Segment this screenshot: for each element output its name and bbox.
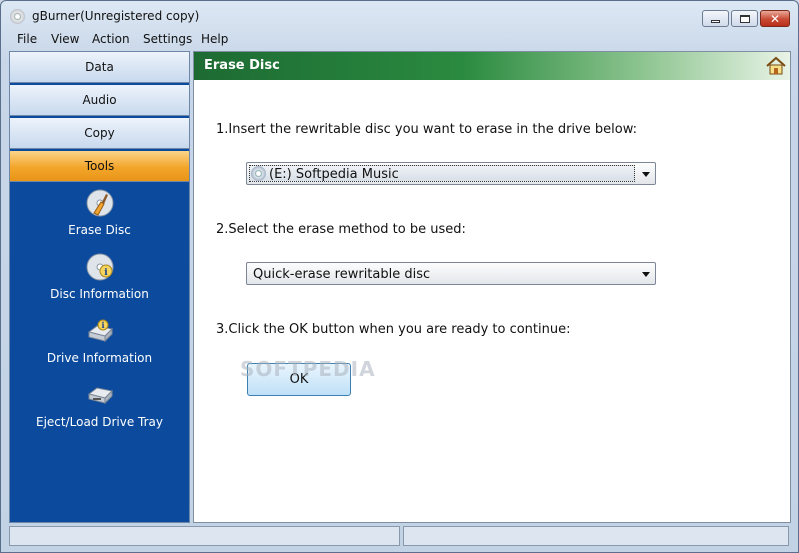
minimize-button[interactable] xyxy=(702,10,729,27)
drive-information-icon: i xyxy=(87,319,113,343)
step2-text: 2.Select the erase method to be used: xyxy=(216,222,466,237)
home-icon[interactable] xyxy=(765,55,787,77)
disc-icon xyxy=(251,166,266,181)
status-pane-right xyxy=(403,526,789,546)
tab-data-label: Data xyxy=(85,60,114,74)
tool-erase-disc-label: Erase Disc xyxy=(68,223,131,237)
close-icon: ✕ xyxy=(769,11,781,26)
tool-drive-information-label: Drive Information xyxy=(46,351,153,365)
menu-settings[interactable]: Settings xyxy=(143,32,192,46)
tool-drive-information[interactable]: i Drive Information xyxy=(10,316,189,365)
svg-text:i: i xyxy=(101,320,104,330)
status-pane-left xyxy=(9,526,400,546)
drive-select[interactable]: (E:) Softpedia Music xyxy=(246,162,656,185)
tab-copy[interactable]: Copy xyxy=(10,118,189,149)
erase-disc-icon xyxy=(86,189,113,217)
tool-eject-load-label: Eject/Load Drive Tray xyxy=(35,415,163,429)
panel-header: Erase Disc xyxy=(194,52,790,80)
menu-action[interactable]: Action xyxy=(92,32,130,46)
tab-audio-label: Audio xyxy=(82,93,117,107)
app-window: gBurner(Unregistered copy) ✕ File View A… xyxy=(0,0,799,553)
minimize-icon xyxy=(711,20,720,23)
drive-select-value: (E:) Softpedia Music xyxy=(269,167,399,182)
erase-method-select[interactable]: Quick-erase rewritable disc xyxy=(246,262,656,285)
svg-text:i: i xyxy=(104,268,108,278)
maximize-button[interactable] xyxy=(731,10,758,27)
erase-method-value: Quick-erase rewritable disc xyxy=(253,267,431,282)
menu-bar: File View Action Settings Help xyxy=(1,30,798,49)
disc-information-icon: i xyxy=(86,253,113,281)
status-bar xyxy=(1,526,798,552)
maximize-icon xyxy=(739,14,750,23)
step3-text: 3.Click the OK button when you are ready… xyxy=(216,322,571,337)
erase-disc-panel: Erase Disc 1.Insert the rewritable disc … xyxy=(193,51,791,523)
menu-help[interactable]: Help xyxy=(201,32,228,46)
tab-data[interactable]: Data xyxy=(10,52,189,83)
eject-load-icon xyxy=(87,387,113,405)
menu-view[interactable]: View xyxy=(51,32,79,46)
tool-disc-information-label: Disc Information xyxy=(50,287,149,301)
watermark: SOFTPEDIA xyxy=(240,357,376,381)
close-button[interactable]: ✕ xyxy=(760,10,790,27)
tab-audio[interactable]: Audio xyxy=(10,85,189,116)
panel-title: Erase Disc xyxy=(204,58,280,73)
tool-disc-information[interactable]: i Disc Information xyxy=(10,252,189,301)
tab-tools-label: Tools xyxy=(84,159,115,173)
tab-copy-label: Copy xyxy=(84,126,115,140)
tool-erase-disc[interactable]: Erase Disc xyxy=(10,188,189,237)
step1-text: 1.Insert the rewritable disc you want to… xyxy=(216,122,637,137)
title-bar[interactable]: gBurner(Unregistered copy) ✕ xyxy=(1,1,798,30)
chevron-down-icon xyxy=(642,272,650,277)
window-title: gBurner(Unregistered copy) xyxy=(32,9,200,23)
sidebar: Data Audio Copy Tools Erase Disc i Disc … xyxy=(9,51,190,523)
chevron-down-icon xyxy=(642,172,650,177)
tool-eject-load[interactable]: Eject/Load Drive Tray xyxy=(10,380,189,429)
menu-file[interactable]: File xyxy=(17,32,37,46)
app-disc-icon[interactable] xyxy=(10,9,25,24)
tab-tools[interactable]: Tools xyxy=(10,151,189,182)
